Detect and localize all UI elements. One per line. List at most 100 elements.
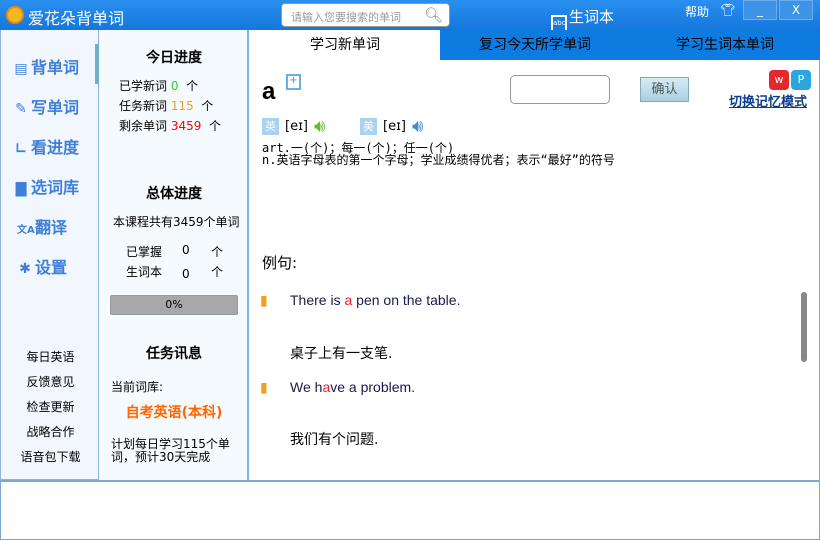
uk-pronunciation: 英 [eɪ] 🔊︎: [262, 116, 325, 137]
app-title: 爱花朵背单词: [28, 9, 125, 28]
unit: 个: [186, 79, 199, 93]
us-phonetic: [eɪ]: [383, 119, 406, 134]
vocab-book-button[interactable]: abc 生词本: [551, 6, 614, 32]
overall-progress-bar: 0%: [110, 295, 238, 315]
definition: n.英语字母表的第一个字母；学业成绩得优者；表示“最好”的符号: [262, 153, 615, 167]
nav-library[interactable]: ▇ 选词库: [13, 174, 79, 198]
link-feedback[interactable]: 反馈意见: [1, 373, 100, 390]
vocab-book-label: 生词本: [569, 8, 615, 26]
uk-phonetic: [eɪ]: [285, 119, 308, 134]
uk-label: 英: [262, 118, 279, 135]
current-library[interactable]: 自考英语(本科): [99, 402, 249, 422]
tab-bar: 学习新单词 复习今天所学单词 学习生词本单词: [250, 30, 820, 60]
example-translation: 桌子上有一支笔.: [290, 346, 393, 362]
title-bar: 爱花朵背单词 请输入您要搜索的单词 🔍︎ abc 生词本 帮助 👕︎ _ X: [0, 0, 820, 32]
bottom-panel: [0, 480, 820, 540]
label: 已掌握: [126, 245, 163, 259]
app-logo-icon: [6, 6, 24, 24]
nav-label: 背单词: [31, 58, 80, 77]
unit: 个: [211, 265, 224, 279]
minimize-button[interactable]: _: [743, 0, 777, 20]
link-check-update[interactable]: 检查更新: [1, 398, 100, 415]
speaker-icon[interactable]: ▮: [260, 380, 274, 396]
tab-learn-vocab-book[interactable]: 学习生词本单词: [630, 30, 820, 60]
search-icon[interactable]: 🔍︎: [424, 6, 443, 24]
nav-progress[interactable]: ∟ 看进度: [13, 134, 79, 158]
close-button[interactable]: X: [779, 0, 813, 20]
label: 已学新词: [119, 79, 168, 93]
nav-label: 选词库: [31, 178, 80, 197]
label: 任务新词: [119, 99, 168, 113]
book-icon: ▇: [15, 181, 27, 197]
nav-label: 看进度: [31, 138, 80, 157]
chart-icon: ∟: [15, 141, 27, 157]
link-voice-pack-download[interactable]: 语音包下载: [1, 448, 100, 465]
task-row: 任务新词 115 个: [119, 97, 213, 114]
share-icon[interactable]: P: [791, 70, 811, 90]
search-input[interactable]: 请输入您要搜索的单词 🔍︎: [281, 3, 450, 27]
sidebar: ▤ 背单词 ✎ 写单词 ∟ 看进度 ▇ 选词库 文A翻译 ✱ 设置 每日英语 反馈意见 检…: [0, 30, 99, 480]
label: 剩余单词: [119, 119, 168, 133]
skin-icon[interactable]: 👕︎: [720, 3, 735, 17]
text: We h: [290, 379, 323, 395]
list-icon: ▤: [14, 61, 28, 77]
unit: 个: [211, 245, 224, 259]
tab-learn-new[interactable]: 学习新单词: [250, 30, 440, 60]
text: There is: [290, 292, 345, 308]
total-words: 本课程共有3459个单词: [113, 215, 240, 229]
text: pen on the table.: [352, 292, 461, 308]
today-progress-title: 今日进度: [146, 50, 202, 66]
learned-row: 已学新词 0 个: [119, 77, 198, 94]
nav-write[interactable]: ✎ 写单词: [13, 94, 79, 118]
speaker-icon[interactable]: 🔊︎: [412, 116, 423, 137]
learned-count: 0: [170, 79, 179, 93]
example-sentence: We have a problem.: [290, 379, 415, 395]
speaker-icon[interactable]: 🔊︎: [314, 116, 325, 137]
help-button[interactable]: 帮助: [685, 3, 709, 20]
mastered-count: 0: [182, 243, 190, 257]
nav-translate[interactable]: 文A翻译: [17, 214, 67, 238]
remain-count: 3459: [170, 119, 202, 133]
search-placeholder: 请输入您要搜索的单词: [291, 11, 401, 24]
unit: 个: [201, 99, 214, 113]
nav-label: 写单词: [31, 98, 80, 117]
vocab-row: 生词本 0 个: [126, 263, 223, 281]
nav-label: 设置: [35, 258, 68, 277]
overall-progress-title: 总体进度: [146, 186, 202, 202]
nav-label: 翻译: [35, 218, 68, 237]
scrollbar[interactable]: [801, 292, 807, 362]
gear-icon: ✱: [19, 261, 31, 277]
current-library-label: 当前词库:: [111, 380, 164, 394]
examples-title: 例句:: [262, 254, 298, 272]
tab-review-today[interactable]: 复习今天所学单词: [440, 30, 630, 60]
study-plan: 计划每日学习115个单词，预计30天完成: [111, 437, 230, 464]
confirm-button[interactable]: 确认: [640, 77, 689, 102]
us-pronunciation: 美 [eɪ] 🔊︎: [360, 116, 423, 137]
word-panel: a + 确认 w P 切换记忆模式 英 [eɪ] 🔊︎ 美 [eɪ] 🔊︎ art.一(…: [250, 60, 820, 480]
mastered-row: 已掌握 0 个: [126, 243, 223, 260]
nav-memorize[interactable]: ▤ 背单词: [13, 54, 79, 78]
text: ve a problem.: [330, 379, 416, 395]
vocab-count: 0: [182, 267, 190, 281]
answer-input[interactable]: [510, 75, 610, 104]
speaker-icon[interactable]: ▮: [260, 293, 274, 309]
example-translation: 我们有个问题.: [290, 432, 379, 448]
pencil-icon: ✎: [15, 101, 27, 117]
link-partnership[interactable]: 战略合作: [1, 423, 100, 440]
remain-row: 剩余单词 3459 个: [119, 117, 221, 134]
unit: 个: [209, 119, 222, 133]
task-info-title: 任务讯息: [146, 346, 202, 362]
link-daily-english[interactable]: 每日英语: [1, 348, 100, 365]
nav-settings[interactable]: ✱ 设置: [17, 254, 67, 278]
add-to-vocab-icon[interactable]: +: [286, 74, 301, 90]
label: 生词本: [126, 265, 163, 279]
definitions: art.一(个)；每一(个)；任一(个) n.英语字母表的第一个字母；学业成绩得优…: [262, 142, 652, 166]
progress-panel: 今日进度 已学新词 0 个 任务新词 115 个 剩余单词 3459 个 总体进…: [99, 30, 249, 480]
translate-icon: 文A: [17, 225, 35, 236]
example-sentence: There is a pen on the table.: [290, 292, 460, 308]
current-word: a: [262, 78, 276, 105]
weibo-share-icon[interactable]: w: [769, 70, 789, 90]
task-count: 115: [170, 99, 194, 113]
switch-memory-mode-link[interactable]: 切换记忆模式: [729, 91, 807, 110]
us-label: 美: [360, 118, 377, 135]
